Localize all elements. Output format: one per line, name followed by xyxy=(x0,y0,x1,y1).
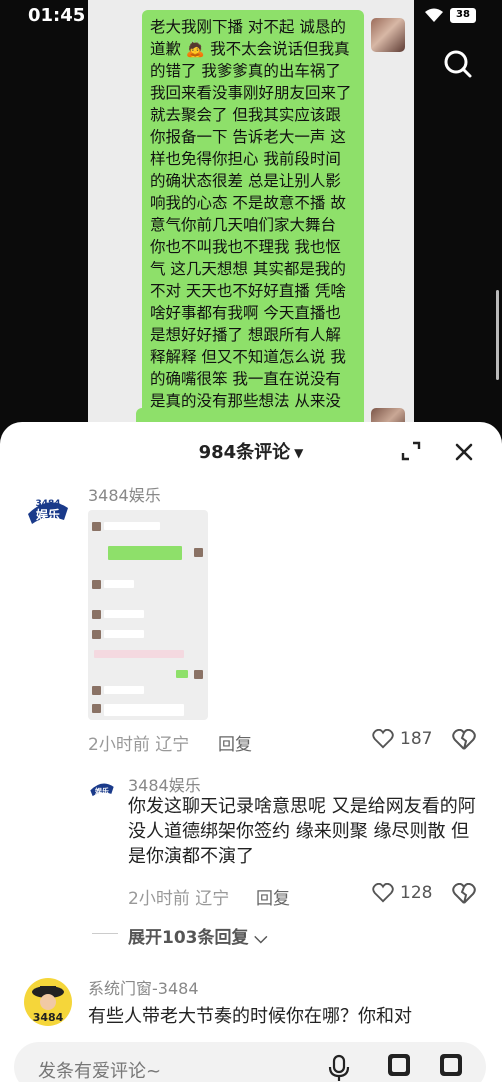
comment-text: 你发这聊天记录啥意思呢 又是给网友看的阿 没人道德绑架你签约 缘来则聚 缘尽则散… xyxy=(128,796,476,867)
video-background: 老大我刚下播 对不起 诚恳的道歉 🙇 我不太会说话但我真的错了 我爹爹真的出车祸… xyxy=(0,0,502,550)
svg-text:娱乐: 娱乐 xyxy=(36,507,60,522)
battery-icon: 38 xyxy=(450,8,476,23)
heart-icon xyxy=(372,883,394,903)
comment-username[interactable]: 3484娱乐 xyxy=(88,482,161,506)
comment-count-label: 984条评论 xyxy=(198,442,291,463)
like-count: 128 xyxy=(400,883,433,903)
chat-screenshot: 老大我刚下播 对不起 诚恳的道歉 🙇 我不太会说话但我真的错了 我爹爹真的出车祸… xyxy=(88,0,499,550)
microphone-icon[interactable] xyxy=(327,1054,351,1082)
search-icon[interactable] xyxy=(438,44,478,84)
expand-replies-button[interactable]: 展开103条回复 ⌵ xyxy=(128,923,267,948)
comment-text: 有些人带老大节奏的时候你在哪？你和对 xyxy=(88,1006,412,1027)
like-button[interactable]: 128 xyxy=(372,883,432,903)
reply-button[interactable]: 回复 xyxy=(256,884,290,909)
chevron-down-icon: ⌵ xyxy=(254,928,268,948)
comment-username[interactable]: 系统门窗-3484 xyxy=(88,975,199,999)
broken-heart-icon[interactable] xyxy=(452,728,476,753)
emoji-icon[interactable] xyxy=(438,1052,464,1078)
like-button[interactable]: 187 xyxy=(372,729,432,749)
comment-count-title[interactable]: 984条评论 ▼ xyxy=(0,438,502,464)
wifi-icon xyxy=(424,7,444,27)
close-icon[interactable] xyxy=(452,440,476,464)
status-bar: 01:45 38 xyxy=(0,0,502,32)
expand-icon[interactable] xyxy=(400,440,422,462)
caret-down-icon: ▼ xyxy=(294,446,304,460)
comment-username[interactable]: 3484娱乐 xyxy=(128,772,201,796)
scrollbar xyxy=(496,290,499,380)
status-time: 01:45 xyxy=(28,5,86,26)
comment-image[interactable] xyxy=(88,510,208,720)
broken-heart-icon[interactable] xyxy=(452,882,476,907)
comment-sheet: 984条评论 ▼ 3484 娱乐 3484娱乐 2小时前 辽宁 回复 187 娱… xyxy=(0,422,502,1082)
reply-button[interactable]: 回复 xyxy=(218,730,252,755)
comment-time: 2小时前 辽宁 xyxy=(128,889,230,909)
comment-input-placeholder: 发条有爱评论~ xyxy=(38,1061,162,1082)
avatar[interactable]: 3484 娱乐 xyxy=(24,486,72,534)
at-mention-icon[interactable] xyxy=(386,1052,412,1078)
heart-icon xyxy=(372,729,394,749)
svg-text:3484: 3484 xyxy=(33,1011,64,1024)
like-count: 187 xyxy=(400,729,433,749)
svg-text:娱乐: 娱乐 xyxy=(95,786,109,795)
comment-time: 2小时前 辽宁 xyxy=(88,735,190,755)
avatar[interactable]: 娱乐 xyxy=(88,774,116,802)
divider xyxy=(92,933,118,934)
avatar[interactable]: 3484 xyxy=(24,978,72,1026)
